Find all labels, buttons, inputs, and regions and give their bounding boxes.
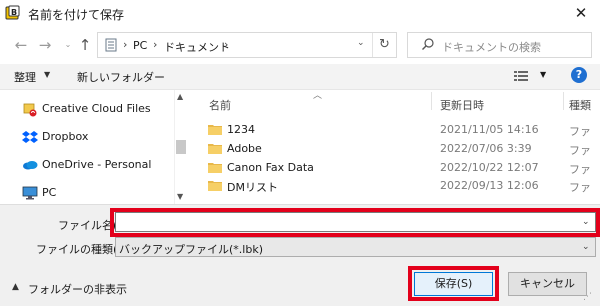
close-button[interactable]: ✕ [566,2,596,24]
file-modified: 2021/11/05 14:16 [440,123,539,136]
file-type: ファ [569,125,591,138]
search-placeholder: ドキュメントの検索 [442,41,541,54]
search-icon [422,38,434,50]
resize-grip-icon[interactable]: ⋰ [583,292,592,302]
column-divider[interactable] [563,92,564,110]
sidebar-item-creative-cloud-files[interactable]: Creative Cloud Files [42,102,151,115]
new-folder-button[interactable]: 新しいフォルダー [77,69,165,85]
creative-cloud-icon [23,103,37,117]
organize-button[interactable]: 整理 [14,69,36,85]
column-header-name[interactable]: 名前 [209,97,231,113]
chevron-up-icon[interactable]: ▲ [12,282,19,292]
dropbox-icon [22,131,38,143]
scroll-up-icon[interactable]: ▲ [177,92,183,101]
file-type: ファ [569,181,591,194]
view-options-icon[interactable] [514,70,528,82]
filename-highlight-box [110,208,600,237]
file-name[interactable]: Canon Fax Data [227,161,314,174]
refresh-button[interactable]: ↻ [372,33,396,57]
scrollbar-thumb[interactable] [176,140,186,154]
column-header-type[interactable]: 種類 [569,97,591,113]
pc-icon [22,186,38,200]
document-folder-icon [105,38,117,52]
svg-text:B: B [11,8,17,17]
column-divider[interactable] [431,92,432,110]
file-name[interactable]: Adobe [227,142,262,155]
forward-button[interactable]: → [36,36,54,54]
chevron-down-icon[interactable]: ⌄ [582,242,590,252]
filetype-value: バックアップファイル(*.lbk) [119,243,263,256]
sort-ascending-icon: ︿ [313,91,323,101]
breadcrumb-pc[interactable]: PC [133,39,147,52]
file-name[interactable]: DMリスト [227,179,278,195]
chevron-down-icon: ▼ [44,70,51,79]
window-title: 名前を付けて保存 [28,8,125,22]
app-icon: B [5,5,20,20]
cancel-button[interactable]: キャンセル [508,272,587,296]
breadcrumb-separator: › [224,38,229,51]
file-type: ファ [569,144,591,157]
file-type: ファ [569,163,591,176]
folder-icon [208,125,222,135]
scroll-down-icon[interactable]: ▼ [177,192,183,201]
recent-locations-button[interactable]: ⌄ [59,36,77,54]
breadcrumb-separator: › [123,38,128,51]
file-modified: 2022/09/13 12:06 [440,179,539,192]
folder-icon [208,181,222,191]
sidebar-item-onedrive[interactable]: OneDrive - Personal [42,158,151,171]
hide-folders-button[interactable]: フォルダーの非表示 [28,281,127,297]
file-modified: 2022/07/06 3:39 [440,142,532,155]
help-icon[interactable]: ? [571,67,587,83]
file-name[interactable]: 1234 [227,123,255,136]
back-button[interactable]: ← [12,36,30,54]
onedrive-icon [23,161,38,170]
up-button[interactable]: ↑ [76,36,94,54]
chevron-down-icon[interactable]: ▼ [540,70,546,79]
save-highlight-box [408,266,499,301]
sidebar-item-pc[interactable]: PC [42,186,56,199]
sidebar-item-dropbox[interactable]: Dropbox [42,130,88,143]
file-modified: 2022/10/22 12:07 [440,161,539,174]
address-dropdown-button[interactable]: ⌄ [357,38,365,48]
column-header-modified[interactable]: 更新日時 [440,97,484,113]
folder-icon [208,163,222,173]
breadcrumb-separator: › [153,38,158,51]
folder-icon [208,144,222,154]
breadcrumb-documents[interactable]: ドキュメント [164,39,230,55]
